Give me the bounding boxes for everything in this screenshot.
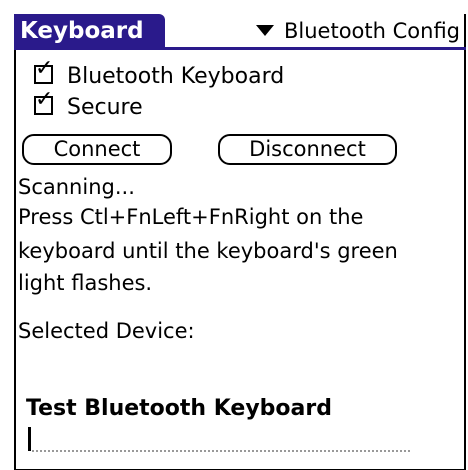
bluetooth-keyboard-option[interactable]: ✓ Bluetooth Keyboard — [34, 58, 285, 91]
checkmark-icon: ✓ — [35, 87, 54, 112]
secure-option[interactable]: ✓ Secure — [34, 89, 143, 122]
instruction-line-3: light flashes. — [18, 271, 153, 295]
category-label: Bluetooth Config — [284, 19, 460, 43]
dropdown-triangle-icon — [256, 25, 274, 36]
bluetooth-keyboard-checkbox[interactable]: ✓ — [34, 58, 53, 84]
test-input-field[interactable] — [28, 427, 410, 453]
secure-label: Secure — [67, 95, 143, 120]
scanning-status: Scanning... — [18, 175, 135, 199]
checkmark-icon: ✓ — [35, 56, 54, 81]
instruction-line-1: Press Ctl+FnLeft+FnRight on the — [18, 205, 364, 229]
category-popup[interactable]: Bluetooth Config — [256, 16, 460, 46]
disconnect-button[interactable]: Disconnect — [218, 134, 397, 165]
bluetooth-keyboard-label: Bluetooth Keyboard — [67, 64, 285, 89]
field-underline — [32, 450, 410, 452]
title-underline — [14, 47, 466, 50]
selected-device-label: Selected Device: — [18, 319, 195, 343]
title-bar: Keyboard Bluetooth Config — [14, 14, 466, 51]
secure-checkbox[interactable]: ✓ — [34, 89, 53, 115]
instruction-line-2: keyboard until the keyboard's green — [18, 239, 398, 263]
test-keyboard-label: Test Bluetooth Keyboard — [26, 396, 332, 421]
text-cursor — [28, 427, 31, 451]
connect-button[interactable]: Connect — [22, 134, 172, 165]
app-title[interactable]: Keyboard — [14, 14, 165, 49]
